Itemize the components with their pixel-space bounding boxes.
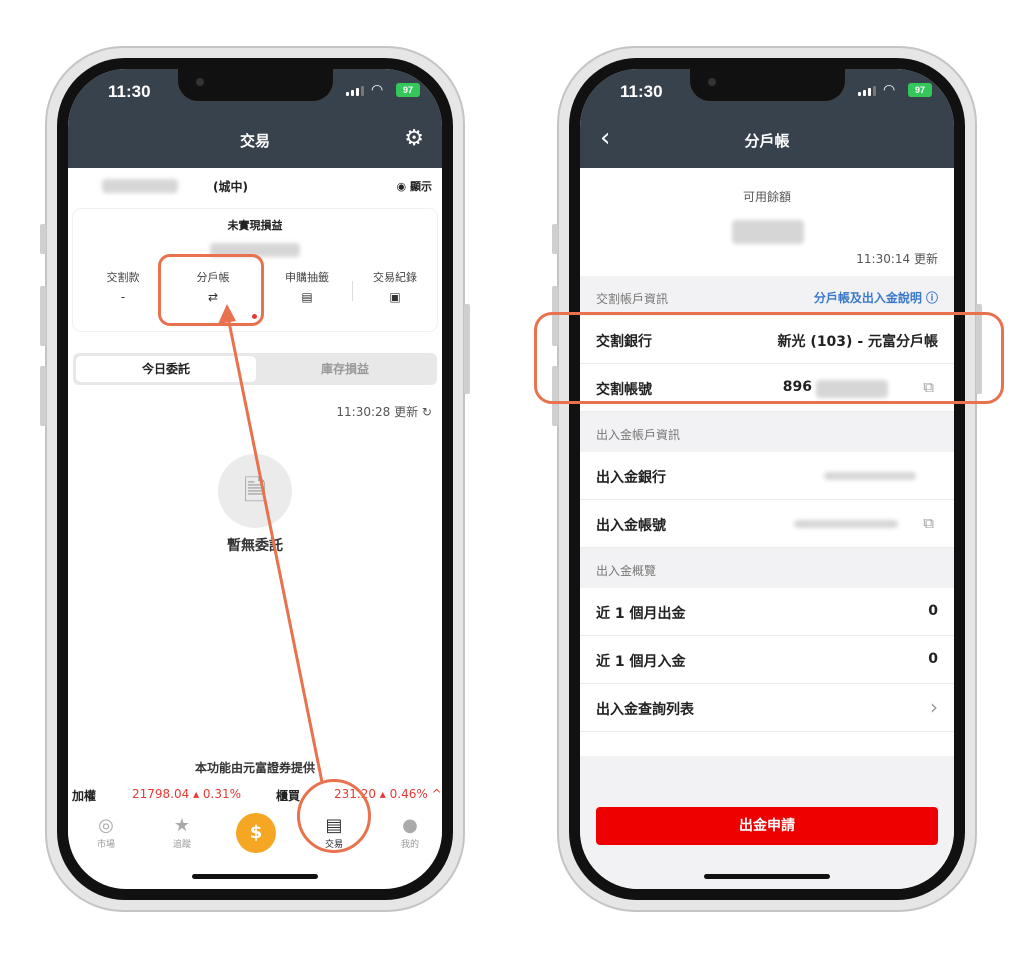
- annotation-arrow: [218, 304, 324, 783]
- stage: 11:30 ◠ 97 交易 ⚙ (城中) ◉ 顯示 未實現損益 交割款 - 分戶…: [0, 0, 1024, 956]
